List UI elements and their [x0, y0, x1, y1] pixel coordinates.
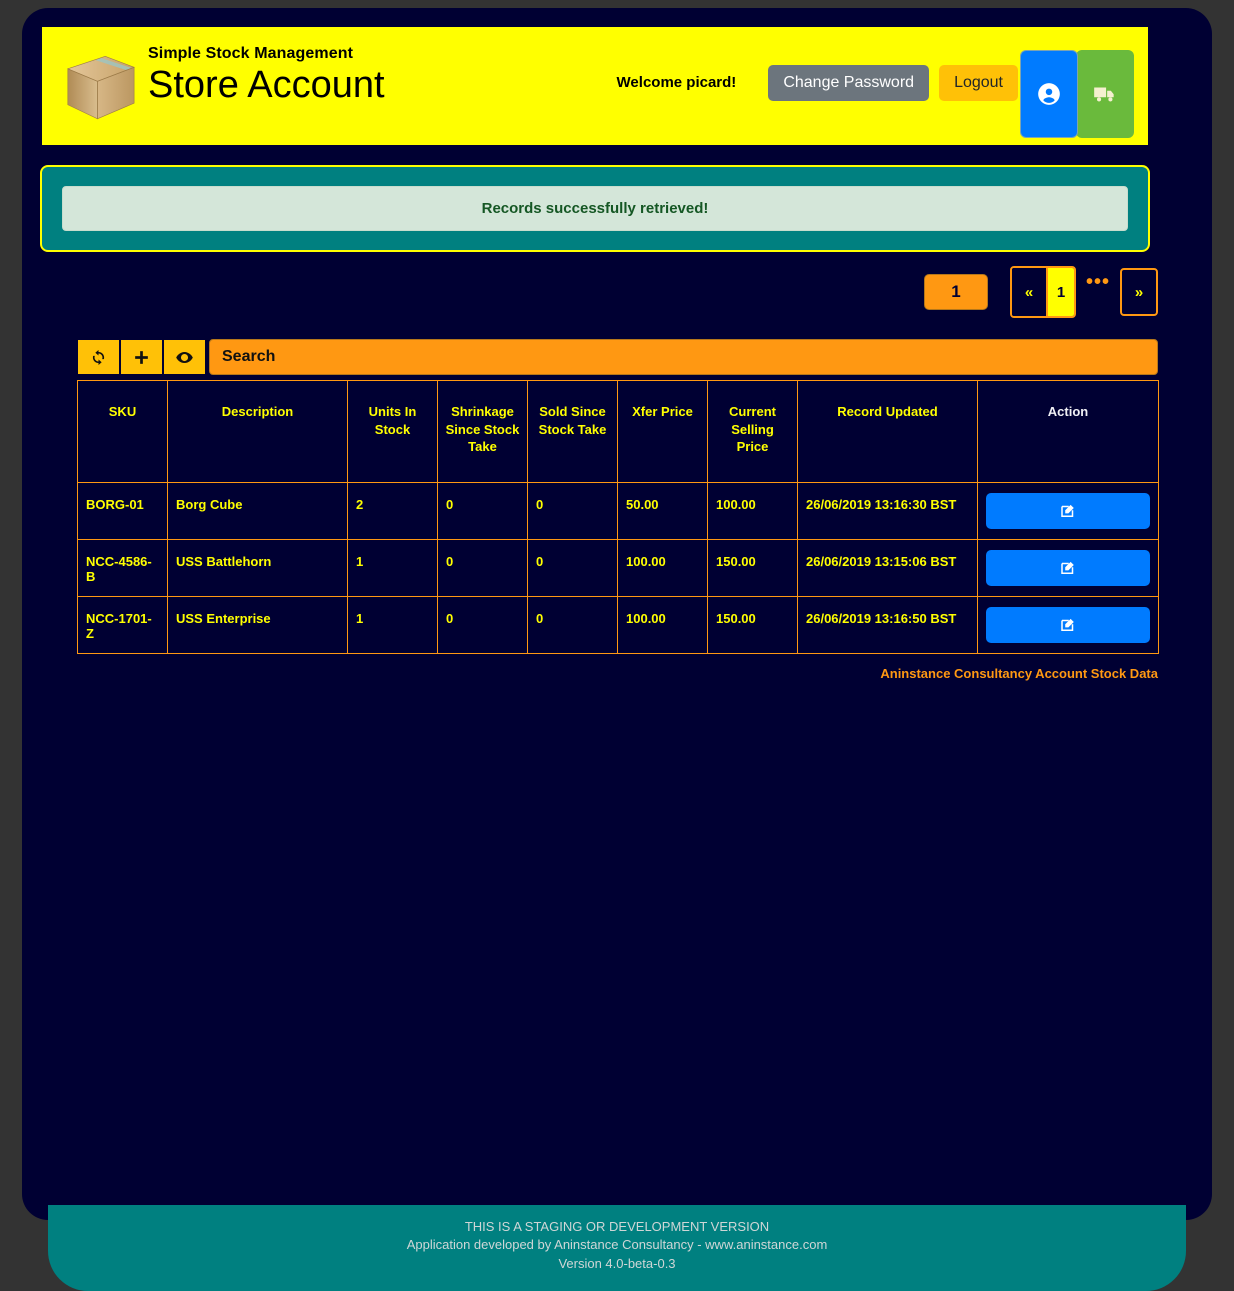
cell-sold: 0: [527, 482, 618, 540]
cell-selling-price: 100.00: [707, 482, 798, 540]
column-header-record-updated[interactable]: Record Updated: [797, 380, 978, 483]
page-title: Store Account: [148, 64, 385, 106]
account-button[interactable]: [1020, 50, 1078, 138]
column-header-action: Action: [977, 380, 1159, 483]
cell-shrinkage: 0: [437, 482, 528, 540]
cell-units-in-stock: 1: [347, 596, 438, 654]
add-record-button[interactable]: [120, 339, 163, 375]
cell-record-updated: 26/06/2019 13:15:06 BST: [797, 539, 978, 597]
user-circle-icon: [1036, 81, 1062, 107]
app-subtitle: Simple Stock Management: [148, 45, 354, 62]
table-row: NCC-1701-Z USS Enterprise 1 0 0 100.00 1…: [77, 596, 1159, 654]
edit-icon: [1059, 559, 1077, 577]
footer-version: Version 4.0-beta-0.3: [558, 1255, 676, 1271]
table-row: NCC-4586-B USS Battlehorn 1 0 0 100.00 1…: [77, 539, 1159, 597]
cell-shrinkage: 0: [437, 539, 528, 597]
delivery-button[interactable]: [1076, 50, 1134, 138]
page-count-badge[interactable]: 1: [923, 274, 988, 310]
search-input[interactable]: [209, 339, 1158, 375]
cell-selling-price: 150.00: [707, 596, 798, 654]
pagination-group: « 1: [1009, 266, 1076, 318]
table-toolbar: [77, 339, 1158, 375]
logout-button[interactable]: Logout: [939, 65, 1018, 101]
cell-shrinkage: 0: [437, 596, 528, 654]
cell-sold: 0: [527, 596, 618, 654]
pagination-page-1[interactable]: 1: [1045, 268, 1074, 316]
cardboard-box-icon: [60, 47, 138, 125]
refresh-button[interactable]: [77, 339, 120, 375]
cell-selling-price: 150.00: [707, 539, 798, 597]
delivery-truck-icon: [1092, 81, 1118, 107]
cell-sku: NCC-1701-Z: [77, 596, 168, 654]
cell-record-updated: 26/06/2019 13:16:30 BST: [797, 482, 978, 540]
column-header-shrinkage[interactable]: Shrinkage Since Stock Take: [437, 380, 528, 483]
cell-xfer-price: 100.00: [617, 596, 708, 654]
change-password-button[interactable]: Change Password: [768, 65, 930, 101]
cell-sold: 0: [527, 539, 618, 597]
app-page: Simple Stock Management Store Account We…: [0, 0, 1234, 1291]
table-header-row: SKU Description Units In Stock Shrinkage…: [77, 380, 1159, 483]
cell-action: [977, 482, 1159, 540]
alert-container: Records successfully retrieved!: [40, 165, 1150, 252]
cell-units-in-stock: 1: [347, 539, 438, 597]
plus-icon: [132, 348, 151, 367]
cell-sku: NCC-4586-B: [77, 539, 168, 597]
eye-icon: [175, 348, 194, 367]
view-toggle-button[interactable]: [163, 339, 206, 375]
cell-description: USS Battlehorn: [167, 539, 348, 597]
header-banner: Simple Stock Management Store Account We…: [40, 25, 1150, 147]
cell-record-updated: 26/06/2019 13:16:50 BST: [797, 596, 978, 654]
column-header-units-in-stock[interactable]: Units In Stock: [347, 380, 438, 483]
edit-record-button[interactable]: [986, 550, 1150, 586]
column-header-xfer-price[interactable]: Xfer Price: [617, 380, 708, 483]
edit-icon: [1059, 502, 1077, 520]
cell-action: [977, 539, 1159, 597]
header-icon-buttons: [1020, 50, 1134, 138]
header-actions: Welcome picard! Change Password Logout: [617, 45, 1134, 138]
edit-record-button[interactable]: [986, 493, 1150, 529]
column-header-sold[interactable]: Sold Since Stock Take: [527, 380, 618, 483]
footer-credit: Application developed by Aninstance Cons…: [406, 1237, 828, 1253]
page-footer: THIS IS A STAGING OR DEVELOPMENT VERSION…: [48, 1205, 1186, 1291]
stock-table: SKU Description Units In Stock Shrinkage…: [77, 380, 1159, 654]
cell-description: USS Enterprise: [167, 596, 348, 654]
edit-icon: [1059, 616, 1077, 634]
cell-sku: BORG-01: [77, 482, 168, 540]
status-message: Records successfully retrieved!: [62, 186, 1128, 231]
table-caption: Aninstance Consultancy Account Stock Dat…: [880, 666, 1158, 681]
pagination-ellipsis: •••: [1085, 271, 1110, 293]
welcome-message: Welcome picard!: [616, 74, 737, 91]
pagination-last-button[interactable]: »: [1120, 268, 1158, 316]
cell-xfer-price: 50.00: [617, 482, 708, 540]
cell-units-in-stock: 2: [347, 482, 438, 540]
brand: Simple Stock Management Store Account: [60, 41, 385, 125]
cell-xfer-price: 100.00: [617, 539, 708, 597]
pagination-first-button[interactable]: «: [1011, 268, 1046, 316]
pagination-controls: « 1 ••• »: [1009, 266, 1158, 318]
cell-action: [977, 596, 1159, 654]
cell-description: Borg Cube: [167, 482, 348, 540]
edit-record-button[interactable]: [986, 607, 1150, 643]
table-row: BORG-01 Borg Cube 2 0 0 50.00 100.00 26/…: [77, 482, 1159, 540]
footer-staging-notice: THIS IS A STAGING OR DEVELOPMENT VERSION: [464, 1219, 770, 1234]
refresh-icon: [89, 348, 108, 367]
column-header-selling-price[interactable]: Current Selling Price: [707, 380, 798, 483]
pagination: 1 « 1 ••• »: [40, 266, 1158, 318]
column-header-sku[interactable]: SKU: [77, 380, 168, 483]
column-header-description[interactable]: Description: [167, 380, 348, 483]
